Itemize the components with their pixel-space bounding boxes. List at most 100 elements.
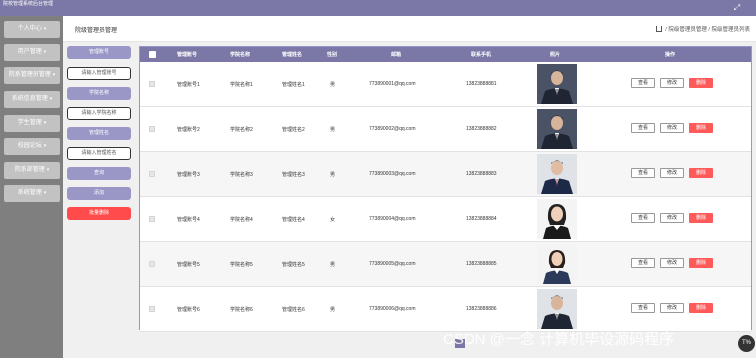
name-cell: 管理姓名6 <box>282 307 305 313</box>
gender-cell: 女 <box>330 217 336 223</box>
name-cell: 管理姓名2 <box>282 127 305 133</box>
row-checkbox[interactable] <box>149 126 155 132</box>
breadcrumb-item[interactable]: 院级管理员管理 <box>668 27 707 33</box>
row-checkbox[interactable] <box>149 171 155 177</box>
home-icon[interactable] <box>655 26 662 32</box>
email-cell: 773890003@qq.com <box>369 171 416 177</box>
gender-cell: 男 <box>330 82 336 88</box>
chevron-down-icon: ▾ <box>43 49 47 55</box>
account-input[interactable]: 请输入管理账号 <box>67 67 131 80</box>
college-cell: 学院名称5 <box>230 262 253 268</box>
table-row: 管理账号1 学院名称1 管理姓名1 男 773890001@qq.com 138… <box>140 62 751 107</box>
view-button[interactable]: 查看 <box>631 123 655 133</box>
search-button[interactable]: 查询 <box>67 167 131 180</box>
name-cell: 管理姓名3 <box>282 172 305 178</box>
row-checkbox[interactable] <box>149 81 155 87</box>
sidebar-item-forum[interactable]: 校园论坛 ▾ <box>4 138 60 155</box>
college-cell: 学院名称1 <box>230 82 253 88</box>
avatar <box>537 64 577 104</box>
column-header: 联系手机 <box>471 52 492 58</box>
edit-button[interactable]: 修改 <box>660 213 684 223</box>
table-row: 管理账号6 学院名称6 管理姓名6 男 773890006@qq.com 138… <box>140 287 751 332</box>
column-header: 管理姓名 <box>282 52 303 58</box>
sidebar-item-students[interactable]: 学生管理 ▾ <box>4 115 60 132</box>
chevron-down-icon: ▾ <box>43 190 47 196</box>
college-cell: 学院名称6 <box>230 307 253 313</box>
phone-cell: 13823888883 <box>466 171 497 177</box>
edit-button[interactable]: 修改 <box>660 78 684 88</box>
sidebar-item-dept[interactable]: 院系部管理 ▾ <box>4 162 60 179</box>
name-cell: 管理姓名1 <box>282 82 305 88</box>
breadcrumb-item: 院级管理员列表 <box>711 27 750 33</box>
email-cell: 773890001@qq.com <box>369 81 416 87</box>
table-row: 管理账号2 学院名称2 管理姓名2 男 773890002@qq.com 138… <box>140 107 751 152</box>
phone-cell: 13823888884 <box>466 216 497 222</box>
row-checkbox[interactable] <box>149 216 155 222</box>
table-header: 管理账号 学院名称 管理姓名 性别 邮箱 联系手机 照片 操作 <box>140 47 751 62</box>
sidebar-item-label: 校园论坛 <box>17 143 42 149</box>
phone-cell: 13823888881 <box>466 81 497 87</box>
edit-button[interactable]: 修改 <box>660 123 684 133</box>
delete-button[interactable]: 删除 <box>689 213 713 223</box>
name-cell: 管理姓名4 <box>282 217 305 223</box>
gender-cell: 男 <box>330 262 336 268</box>
admin-table: 管理账号 学院名称 管理姓名 性别 邮箱 联系手机 照片 操作 管理账号1 学院… <box>139 46 752 332</box>
chevron-down-icon: ▾ <box>46 167 50 173</box>
avatar <box>537 244 577 284</box>
avatar <box>537 109 577 149</box>
sidebar-item-system[interactable]: 系统管理 ▾ <box>4 185 60 202</box>
sidebar-item-system-info[interactable]: 系统信息管理 ▾ <box>4 91 60 108</box>
sidebar-item-label: 系统管理 <box>17 190 42 196</box>
college-cell: 学院名称2 <box>230 127 253 133</box>
add-button[interactable]: 添加 <box>67 187 131 200</box>
delete-button[interactable]: 删除 <box>689 78 713 88</box>
edit-button[interactable]: 修改 <box>660 303 684 313</box>
account-label: 管理账号 <box>67 46 131 59</box>
chevron-down-icon: ▾ <box>43 120 47 126</box>
account-cell: 管理账号3 <box>177 172 200 178</box>
chevron-down-icon: ▾ <box>43 26 47 32</box>
delete-button[interactable]: 删除 <box>689 303 713 313</box>
batch-delete-button[interactable]: 批量删除 <box>67 207 131 220</box>
email-cell: 773890005@qq.com <box>369 261 416 267</box>
delete-button[interactable]: 删除 <box>689 168 713 178</box>
email-cell: 773890004@qq.com <box>369 216 416 222</box>
row-checkbox[interactable] <box>149 261 155 267</box>
sidebar-item-label: 用户管理 <box>17 49 42 55</box>
view-button[interactable]: 查看 <box>631 258 655 268</box>
phone-cell: 13823888886 <box>466 306 497 312</box>
avatar <box>537 154 577 194</box>
edit-button[interactable]: 修改 <box>660 168 684 178</box>
sidebar-item-label: 学生管理 <box>17 120 42 126</box>
view-button[interactable]: 查看 <box>631 168 655 178</box>
account-cell: 管理账号4 <box>177 217 200 223</box>
sidebar-item-label: 院系管理员管理 <box>8 72 51 78</box>
sidebar-item-user-management[interactable]: 用户管理 ▾ <box>4 44 60 61</box>
college-input[interactable]: 请输入学院名称 <box>67 107 131 120</box>
gender-cell: 男 <box>330 127 336 133</box>
delete-button[interactable]: 删除 <box>689 258 713 268</box>
view-button[interactable]: 查看 <box>631 213 655 223</box>
sidebar-item-label: 系统信息管理 <box>11 96 48 102</box>
phone-cell: 13823888882 <box>466 126 497 132</box>
column-header: 照片 <box>550 52 561 58</box>
sidebar-item-personal-center[interactable]: 个人中心 ▾ <box>4 21 60 38</box>
delete-button[interactable]: 删除 <box>689 123 713 133</box>
page-header: 院级管理员管理 / 院级管理员管理 / 院级管理员列表 <box>63 16 756 42</box>
row-checkbox[interactable] <box>149 306 155 312</box>
gender-cell: 男 <box>330 172 336 178</box>
account-cell: 管理账号2 <box>177 127 200 133</box>
column-header: 学院名称 <box>230 52 251 58</box>
back-to-top-button[interactable]: T% <box>738 335 755 352</box>
sidebar-item-dept-admin[interactable]: 院系管理员管理 ▾ <box>4 67 60 84</box>
account-cell: 管理账号5 <box>177 262 200 268</box>
name-input[interactable]: 请输入管理姓名 <box>67 147 131 160</box>
college-label: 学院名称 <box>67 87 131 100</box>
column-header: 性别 <box>327 52 338 58</box>
expand-icon[interactable]: ⤢ <box>732 3 742 13</box>
view-button[interactable]: 查看 <box>631 78 655 88</box>
account-cell: 管理账号6 <box>177 307 200 313</box>
edit-button[interactable]: 修改 <box>660 258 684 268</box>
view-button[interactable]: 查看 <box>631 303 655 313</box>
select-all-checkbox[interactable] <box>149 51 156 58</box>
